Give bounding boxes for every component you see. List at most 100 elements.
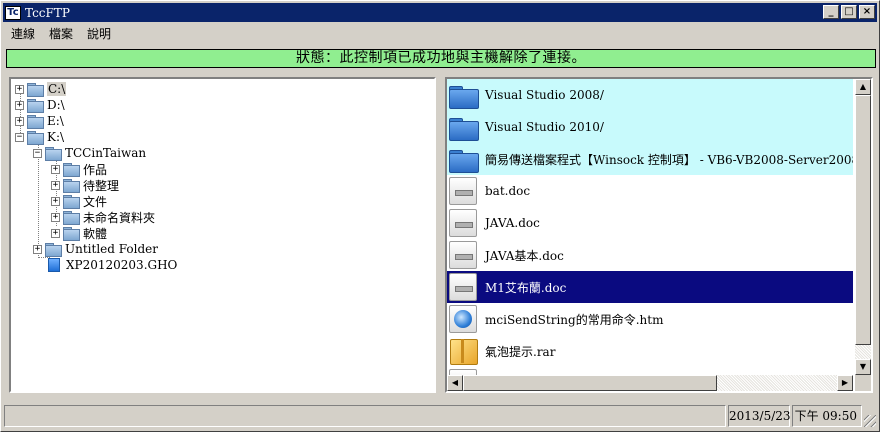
list-item[interactable]: JAVA基本.doc [447,239,853,271]
folder-icon [63,179,80,193]
menu-bar: 連線 檔案 說明 [3,23,117,43]
scroll-down-button[interactable]: ▼ [855,359,871,375]
status-time: 下午 09:50 [792,405,862,427]
expand-icon[interactable]: + [51,212,60,222]
list-item-label: JAVA基本.doc [485,248,564,263]
tree-node-tccintaiwan[interactable]: − TCCinTaiwan [33,145,146,161]
tree-node-label: 作品 [83,162,108,177]
folder-icon [45,147,62,161]
list-item[interactable]: 簡易傳送檔案程式【Winsock 控制項】 - VB6-VB2008-Serve… [447,143,853,175]
tree-node-k-drive[interactable]: − K:\ [15,129,64,145]
list-item-label: mciSendString的常用命令.htm [485,312,664,327]
expand-icon[interactable]: + [15,84,24,94]
file-list[interactable]: Visual Studio 2008/ Visual Studio 2010/ … [445,77,873,393]
expand-icon[interactable]: + [51,164,60,174]
list-item[interactable]: mciSendString的常用命令.htm [447,303,853,335]
folder-icon [63,195,80,209]
list-item-selected[interactable]: M1艾布蘭.doc [447,271,853,303]
horizontal-scrollbar[interactable]: ◀ ▶ [447,375,853,391]
list-item[interactable]: bat.doc [447,175,853,207]
vertical-scroll-thumb[interactable] [855,95,871,345]
tree-node-c-drive[interactable]: + C:\ [15,81,67,97]
scroll-left-button[interactable]: ◀ [447,375,463,391]
folder-icon [27,83,44,97]
app-window: Tc TccFTP _ □ × 連線 檔案 說明 狀態：此控制項已成功地與主機解… [0,0,880,432]
tree-node-label: 待整理 [83,178,120,193]
horizontal-scroll-thumb[interactable] [463,375,717,391]
folder-icon [447,111,479,143]
tree-node-label: 文件 [83,194,108,209]
tree-node-label: K:\ [47,130,65,144]
document-icon [449,177,477,205]
expand-icon[interactable]: + [15,100,24,110]
archive-icon [447,335,479,367]
list-item[interactable]: Visual Studio 2010/ [447,111,853,143]
list-item[interactable]: JAVA.doc [447,207,853,239]
tree-node-d-drive[interactable]: + D:\ [15,97,65,113]
connection-status-banner: 狀態：此控制項已成功地與主機解除了連接。 [6,49,876,68]
html-icon [449,305,477,333]
tree-node-folder[interactable]: + 作品 [51,161,107,177]
file-icon [48,258,60,272]
close-button[interactable]: × [859,5,875,19]
tree-node-untitled-folder[interactable]: + Untitled Folder [33,241,158,257]
maximize-button[interactable]: □ [841,5,857,19]
tree-node-gho-file[interactable]: XP20120203.GHO [46,257,177,273]
resize-grip-icon[interactable] [864,415,876,427]
list-item-label: 氣泡提示.rar [485,344,556,359]
list-item-label: JAVA.doc [485,216,540,230]
folder-icon [27,99,44,113]
app-icon[interactable]: Tc [5,5,21,20]
window-title: TccFTP [25,5,70,20]
folder-icon [45,243,62,257]
tree-node-label: TCCinTaiwan [65,146,147,160]
list-item-label: M1艾布蘭.doc [485,280,567,295]
tree-node-label: 軟體 [83,226,108,241]
expand-icon[interactable]: + [51,196,60,206]
tree-node-label: C:\ [47,82,67,96]
expand-icon[interactable]: + [33,244,42,254]
folder-icon [63,211,80,225]
scroll-up-button[interactable]: ▲ [855,79,871,95]
tree-node-folder[interactable]: + 待整理 [51,177,119,193]
vertical-scrollbar[interactable]: ▲ ▼ [855,79,871,375]
document-icon [449,209,477,237]
window-controls: _ □ × [821,5,875,19]
document-icon [449,273,477,301]
list-item[interactable] [447,367,853,375]
expand-icon[interactable]: + [51,180,60,190]
list-item-label: Visual Studio 2010/ [485,120,604,134]
expand-icon[interactable]: + [15,116,24,126]
tree-node-label: 未命名資料夾 [83,210,156,225]
tree-node-label: XP20120203.GHO [66,258,178,272]
menu-connection[interactable]: 連線 [3,25,41,42]
collapse-icon[interactable]: − [15,132,24,142]
folder-icon [27,131,44,145]
status-date: 2013/5/23 [728,405,791,427]
folder-icon [27,115,44,129]
file-list-rows: Visual Studio 2008/ Visual Studio 2010/ … [447,79,853,375]
tree-node-folder[interactable]: + 軟體 [51,225,107,241]
tree-node-folder[interactable]: + 未命名資料夾 [51,209,155,225]
minimize-button[interactable]: _ [823,5,839,19]
expand-icon[interactable]: + [51,228,60,238]
tree-node-e-drive[interactable]: + E:\ [15,113,64,129]
document-icon [449,241,477,269]
collapse-icon[interactable]: − [33,148,42,158]
status-bar: 2013/5/23 下午 09:50 [4,405,876,427]
title-bar[interactable]: Tc TccFTP _ □ × [3,3,877,22]
list-item-label: bat.doc [485,184,531,198]
list-item[interactable]: Visual Studio 2008/ [447,79,853,111]
folder-icon [63,227,80,241]
menu-help[interactable]: 說明 [79,25,117,42]
menu-file[interactable]: 檔案 [41,25,79,42]
directory-tree[interactable]: + C:\ + D:\ + E:\ − K:\ − TCCinTaiwan + [9,77,436,393]
tree-node-label: D:\ [47,98,65,112]
scroll-right-button[interactable]: ▶ [837,375,853,391]
list-item-label: 簡易傳送檔案程式【Winsock 控制項】 - VB6-VB2008-Serve… [485,152,853,167]
folder-icon [447,143,479,175]
tree-node-folder[interactable]: + 文件 [51,193,107,209]
tree-node-label: E:\ [47,114,64,128]
list-item[interactable]: 氣泡提示.rar [447,335,853,367]
folder-icon [63,163,80,177]
